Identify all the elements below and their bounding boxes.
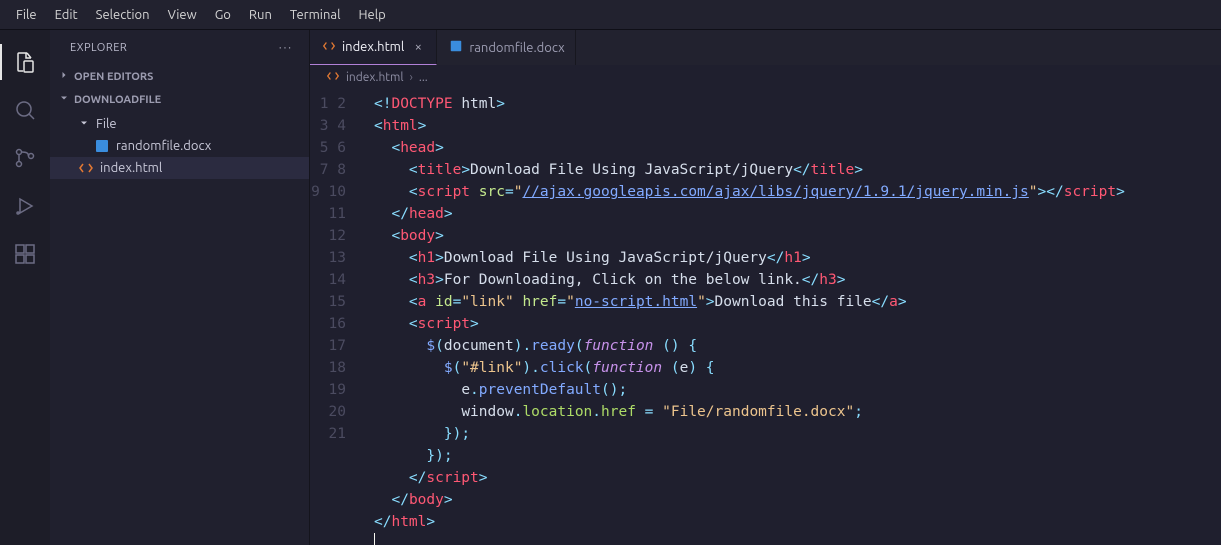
- menu-help[interactable]: Help: [350, 4, 393, 26]
- tab-label: randomfile.docx: [469, 41, 564, 55]
- open-editors-label: OPEN EDITORS: [74, 71, 153, 83]
- menu-edit[interactable]: Edit: [47, 4, 86, 26]
- folder-label: File: [96, 117, 117, 131]
- menu-file[interactable]: File: [8, 4, 45, 26]
- menu-bar: File Edit Selection View Go Run Terminal…: [0, 0, 1221, 30]
- tab-index-html[interactable]: index.html ×: [310, 30, 437, 65]
- workspace-section[interactable]: DOWNLOADFILE: [50, 88, 309, 111]
- word-file-icon: [94, 138, 110, 154]
- word-file-icon: [449, 39, 463, 56]
- code-editor[interactable]: <!DOCTYPE html><html> <head> <title>Down…: [362, 89, 1221, 545]
- chevron-right-icon: ›: [410, 71, 413, 84]
- menu-go[interactable]: Go: [207, 4, 239, 26]
- menu-view[interactable]: View: [160, 4, 205, 26]
- html-file-icon: [322, 39, 336, 56]
- html-file-icon: [326, 69, 340, 86]
- breadcrumb-file: index.html: [346, 71, 404, 84]
- activity-search-icon[interactable]: [0, 86, 50, 134]
- explorer-title: EXPLORER: [70, 42, 127, 54]
- workspace-label: DOWNLOADFILE: [74, 94, 161, 106]
- tab-label: index.html: [342, 40, 404, 54]
- activity-extensions-icon[interactable]: [0, 230, 50, 278]
- file-row-docx[interactable]: randomfile.docx: [50, 135, 309, 157]
- tab-bar: index.html × randomfile.docx: [310, 30, 1221, 65]
- close-icon[interactable]: ×: [410, 40, 426, 54]
- file-label: index.html: [100, 161, 162, 175]
- menu-terminal[interactable]: Terminal: [282, 4, 349, 26]
- chevron-down-icon: [58, 92, 70, 107]
- folder-row-file[interactable]: File: [50, 113, 309, 135]
- activity-bar: [0, 30, 50, 545]
- editor-group: index.html × randomfile.docx index.html …: [310, 30, 1221, 545]
- explorer-more-icon[interactable]: ···: [279, 42, 293, 54]
- activity-explorer-icon[interactable]: [0, 38, 50, 86]
- breadcrumb-rest: ...: [419, 71, 428, 84]
- activity-run-debug-icon[interactable]: [0, 182, 50, 230]
- tab-randomfile-docx[interactable]: randomfile.docx: [437, 30, 575, 65]
- explorer-sidebar: EXPLORER ··· OPEN EDITORS DOWNLOADFILE F…: [50, 30, 310, 545]
- open-editors-section[interactable]: OPEN EDITORS: [50, 65, 309, 88]
- html-file-icon: [78, 160, 94, 176]
- line-number-gutter[interactable]: 1 2 3 4 5 6 7 8 9 10 11 12 13 14 15 16 1…: [310, 89, 362, 545]
- chevron-right-icon: [58, 69, 70, 84]
- activity-source-control-icon[interactable]: [0, 134, 50, 182]
- file-row-html[interactable]: index.html: [50, 157, 309, 179]
- menu-run[interactable]: Run: [241, 4, 280, 26]
- breadcrumb[interactable]: index.html › ...: [310, 65, 1221, 89]
- file-label: randomfile.docx: [116, 139, 211, 153]
- menu-selection[interactable]: Selection: [88, 4, 158, 26]
- chevron-down-icon: [78, 117, 90, 132]
